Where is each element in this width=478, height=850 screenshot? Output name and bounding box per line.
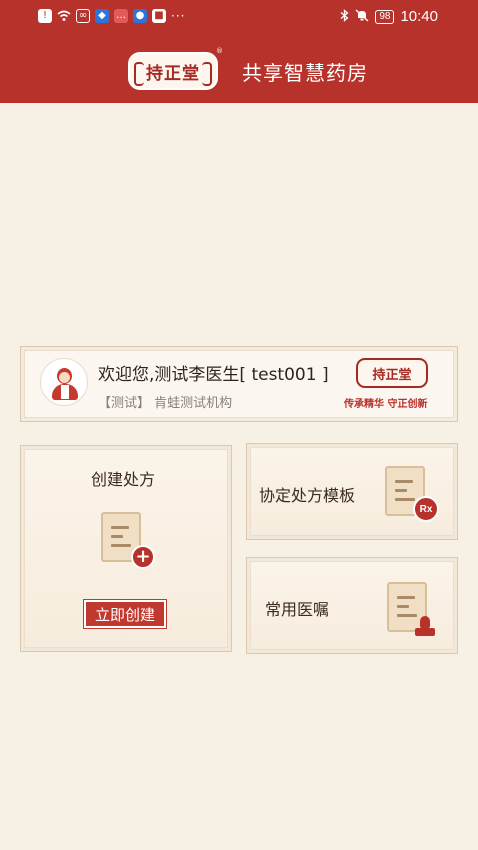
rx-badge-icon: Rx <box>413 496 439 522</box>
registered-mark: ® <box>216 47 223 55</box>
status-time: 10:40 <box>400 8 438 25</box>
create-prescription-card[interactable]: 创建处方 + 立即创建 <box>20 445 232 652</box>
banner-brand-logo-text: 持正堂 <box>372 367 412 383</box>
doctor-face-icon <box>59 372 70 383</box>
organization-name: 【测试】 肯蛙测试机构 <box>98 396 233 411</box>
plus-icon: + <box>131 545 155 569</box>
location-icon: ● <box>133 9 147 23</box>
more-notifications-icon: ··· <box>171 9 186 23</box>
bluetooth-icon <box>340 8 349 25</box>
common-advice-title: 常用医嘱 <box>265 600 330 619</box>
message-icon: … <box>114 9 128 23</box>
agreement-template-title: 协定处方模板 <box>259 486 356 505</box>
app-notification-icon: ◆ <box>95 9 109 23</box>
common-advice-card[interactable]: 常用医嘱 <box>246 557 458 654</box>
create-now-button[interactable]: 立即创建 <box>83 599 167 629</box>
alert-icon: ! <box>38 9 52 23</box>
status-icons-left: ! ∞ ◆ … ● ■ ··· <box>38 9 185 23</box>
stamp-icon <box>415 616 435 638</box>
doctor-shirt-icon <box>61 385 69 399</box>
wifi-icon <box>57 9 71 23</box>
banner-brand-logo: 持正堂 <box>356 358 428 388</box>
agreement-template-card[interactable]: 协定处方模板 Rx <box>246 443 458 540</box>
welcome-greeting: 欢迎您,测试李医生[ test001 ] <box>98 365 329 385</box>
mute-bell-icon <box>355 8 369 25</box>
link-icon: ∞ <box>76 9 90 23</box>
status-icons-right: 98 10:40 <box>340 8 438 25</box>
page-title: 共享智慧药房 <box>242 61 368 85</box>
brand-slogan: 传承精华 守正创新 <box>344 399 428 410</box>
gallery-icon: ■ <box>152 9 166 23</box>
status-bar: ! ∞ ◆ … ● ■ ··· 98 10:40 <box>0 0 478 34</box>
brand-logo-text: 持正堂 <box>146 63 200 84</box>
brand-logo: 持正堂 <box>128 52 218 90</box>
battery-icon: 98 <box>375 9 395 24</box>
avatar[interactable] <box>40 358 88 406</box>
app-header: ! ∞ ◆ … ● ■ ··· 98 10:40 持正堂 ® 共享智慧药房 <box>0 0 478 103</box>
create-prescription-title: 创建处方 <box>91 470 156 489</box>
